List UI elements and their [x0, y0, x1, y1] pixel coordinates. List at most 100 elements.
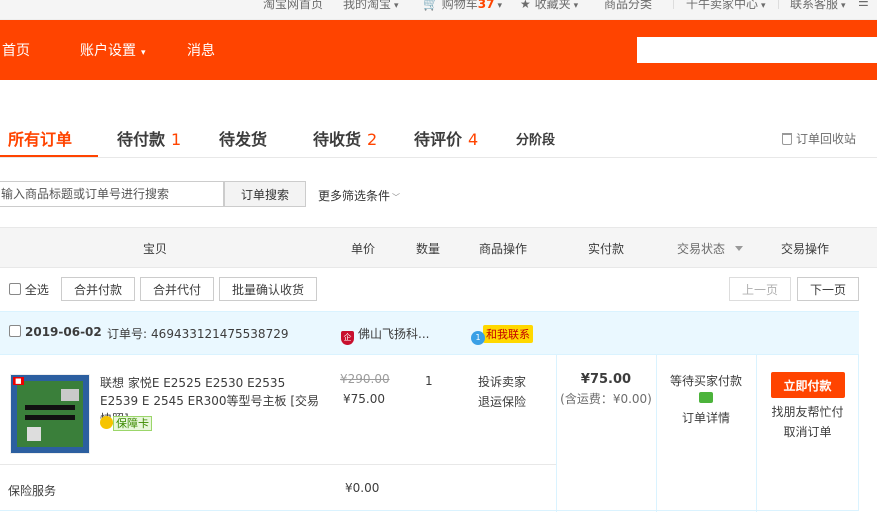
chevron-down-icon: ▾ — [141, 48, 146, 58]
category-link[interactable]: 商品分类 — [604, 0, 652, 12]
divider — [778, 0, 779, 9]
tab-pending-payment[interactable]: 待付款 1 — [117, 126, 181, 150]
shop-link[interactable]: 企佛山飞扬科... — [341, 325, 429, 345]
tab-count: 1 — [171, 130, 182, 149]
tab-all-orders[interactable]: 所有订单 — [8, 126, 72, 150]
trade-actions-cell: 立即付款 找朋友帮忙付 取消订单 — [756, 372, 859, 442]
more-filters-toggle[interactable]: 更多筛选条件 ﹀ — [318, 187, 400, 204]
enterprise-shop-icon: 企 — [341, 331, 354, 345]
favorites-link[interactable]: ★ 收藏夹 ▾ — [520, 0, 578, 12]
col-status-filter[interactable]: 交易状态 — [677, 240, 744, 257]
tab-pending-review[interactable]: 待评价 4 — [414, 126, 478, 150]
pay-now-button[interactable]: 立即付款 — [770, 372, 845, 398]
order-search-button[interactable]: 订单搜索 — [224, 181, 306, 207]
star-icon: ★ — [520, 0, 531, 11]
checkbox[interactable] — [9, 283, 21, 295]
select-all[interactable]: 全选 — [9, 281, 49, 298]
col-trade-actions: 交易操作 — [781, 242, 830, 256]
col-status-label: 交易状态 — [677, 242, 726, 256]
nav-account-settings-label: 账户设置 — [80, 43, 136, 59]
shop-name: 佛山飞扬科... — [358, 327, 430, 341]
order-number: 订单号: 469433121475538729 — [107, 325, 288, 342]
original-price: ¥290.00 — [340, 372, 390, 386]
product-image-chip — [61, 389, 79, 401]
tab-label: 待评价 — [414, 130, 463, 149]
chat-icon[interactable] — [699, 386, 713, 403]
divider — [673, 0, 674, 9]
order-header: 2019-06-02 订单号: 469433121475538729 企佛山飞扬科… — [0, 312, 859, 355]
cancel-order-link[interactable]: 取消订单 — [756, 422, 859, 442]
header-search-input[interactable] — [637, 37, 877, 63]
menu-icon[interactable]: ☰ — [858, 0, 869, 9]
top-bar: 淘宝网首页 我的淘宝 ▾ 🛒 购物车37 ▾ ★ 收藏夹 ▾ 商品分类 千牛卖家中心 ▾… — [0, 0, 877, 20]
order-checkbox[interactable] — [9, 325, 21, 337]
main-header: 首页 账户设置 ▾ 消息 — [0, 20, 877, 80]
cart-icon: 🛒 — [423, 0, 438, 11]
select-all-label: 全选 — [24, 283, 49, 297]
taobao-home-link[interactable]: 淘宝网首页 — [263, 0, 323, 12]
cart-label: 购物车 — [441, 0, 478, 11]
customer-service-link[interactable]: 联系客服 ▾ — [790, 0, 846, 12]
cart-count: 37 — [477, 0, 495, 11]
col-item: 宝贝 — [143, 242, 168, 256]
order-date-value: 2019-06-02 — [25, 325, 102, 339]
chevron-down-icon: ﹀ — [392, 193, 401, 202]
batch-actions-bar: 全选 合并付款 合并代付 批量确认收货 上一页 下一页 — [0, 277, 877, 301]
col-unit-price: 单价 — [351, 242, 376, 256]
tab-count: 2 — [367, 130, 378, 149]
merge-proxy-pay-button[interactable]: 合并代付 — [140, 277, 214, 301]
current-price: ¥75.00 — [343, 392, 385, 406]
tab-pending-receipt[interactable]: 待收货 2 — [313, 126, 377, 150]
ask-friend-pay-link[interactable]: 找朋友帮忙付 — [756, 402, 859, 422]
item-actions: 投诉卖家 退运保险 — [478, 372, 526, 412]
return-insurance-link[interactable]: 退运保险 — [478, 392, 526, 412]
order-number-value: 469433121475538729 — [151, 327, 289, 341]
quantity: 1 — [425, 374, 433, 388]
more-filters-label: 更多筛选条件 — [318, 189, 391, 203]
chevron-down-icon: ▾ — [394, 1, 399, 11]
my-taobao-link[interactable]: 我的淘宝 ▾ — [343, 0, 399, 12]
recycle-bin-link[interactable]: 订单回收站 — [782, 130, 856, 147]
product-image-chip — [27, 427, 41, 441]
shipping-fee: (含运费：¥0.00) — [560, 392, 652, 406]
tab-pending-shipment[interactable]: 待发货 — [219, 126, 267, 150]
insurance-service-row: 保险服务 ¥0.00 — [0, 464, 556, 512]
order-detail-link[interactable]: 订单详情 — [657, 409, 755, 426]
insurance-label: 保险服务 — [8, 484, 57, 498]
my-taobao-label: 我的淘宝 — [343, 0, 392, 11]
prev-page-button[interactable]: 上一页 — [729, 277, 791, 301]
next-page-button[interactable]: 下一页 — [797, 277, 859, 301]
guarantee-icon — [100, 416, 113, 429]
product-image-slot — [25, 415, 75, 420]
wangwang-icon: 1 — [471, 331, 485, 345]
active-tab-indicator — [0, 155, 98, 157]
order-table-header: 宝贝 单价 数量 商品操作 实付款 交易状态 交易操作 — [0, 227, 877, 268]
product-image-slot — [25, 405, 75, 410]
nav-messages[interactable]: 消息 — [187, 40, 215, 60]
complain-seller-link[interactable]: 投诉卖家 — [478, 372, 526, 392]
guarantee-label: 保障卡 — [113, 416, 152, 431]
paid-amount-cell: ¥75.00 (含运费：¥0.00) — [556, 372, 656, 407]
tab-count: 4 — [468, 130, 479, 149]
chevron-down-icon: ▾ — [761, 1, 766, 11]
seller-center-link[interactable]: 千牛卖家中心 ▾ — [686, 0, 766, 12]
contact-label: 和我联系 — [483, 325, 533, 343]
col-paid: 实付款 — [588, 242, 625, 256]
order-search-input[interactable] — [0, 181, 224, 207]
trade-status-cell: 等待买家付款 订单详情 — [657, 372, 755, 426]
batch-confirm-receipt-button[interactable]: 批量确认收货 — [219, 277, 317, 301]
contact-seller-button[interactable]: 1 和我联系 — [471, 325, 533, 345]
product-image[interactable]: ■ — [10, 374, 90, 454]
paid-amount: ¥75.00 — [580, 372, 632, 387]
seller-center-label: 千牛卖家中心 — [686, 0, 759, 11]
order-number-label: 订单号: — [107, 327, 148, 341]
nav-home[interactable]: 首页 — [2, 40, 30, 60]
nav-account-settings[interactable]: 账户设置 ▾ — [80, 40, 146, 60]
guarantee-badge[interactable]: 保障卡 — [100, 415, 152, 431]
tab-label: 待付款 — [117, 130, 166, 149]
tab-installment[interactable]: 分阶段 — [516, 129, 555, 148]
merge-pay-button[interactable]: 合并付款 — [61, 277, 135, 301]
cart-link[interactable]: 🛒 购物车37 ▾ — [423, 0, 502, 12]
col-quantity: 数量 — [416, 242, 441, 256]
caret-down-icon — [735, 246, 744, 251]
